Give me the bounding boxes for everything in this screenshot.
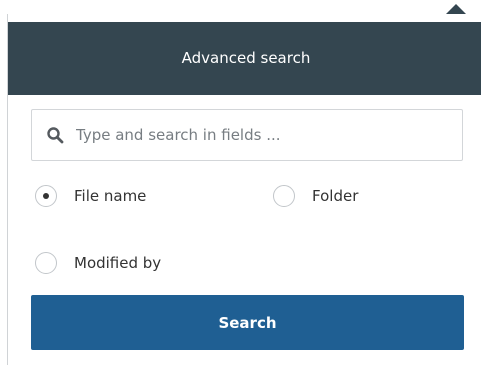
- advanced-search-popover: Advanced search File name Folder Modifie…: [7, 14, 481, 365]
- radio-circle-folder[interactable]: [273, 185, 295, 207]
- search-icon: [47, 127, 64, 144]
- search-field[interactable]: [31, 109, 463, 161]
- radio-label-folder: Folder: [312, 187, 359, 205]
- popover-pointer: [446, 4, 466, 14]
- search-button[interactable]: Search: [31, 295, 464, 350]
- radio-file-name[interactable]: File name: [35, 181, 195, 211]
- popover-header: Advanced search: [8, 22, 481, 95]
- radio-label-file-name: File name: [74, 187, 147, 205]
- popover-title: Advanced search: [181, 49, 311, 67]
- search-input[interactable]: [76, 122, 446, 148]
- radio-label-modified-by: Modified by: [74, 254, 162, 272]
- radio-folder[interactable]: Folder: [273, 181, 403, 211]
- radio-modified-by[interactable]: Modified by: [35, 248, 235, 278]
- radio-circle-file-name[interactable]: [35, 185, 57, 207]
- radio-circle-modified-by[interactable]: [35, 252, 57, 274]
- radio-selected-dot: [43, 193, 49, 199]
